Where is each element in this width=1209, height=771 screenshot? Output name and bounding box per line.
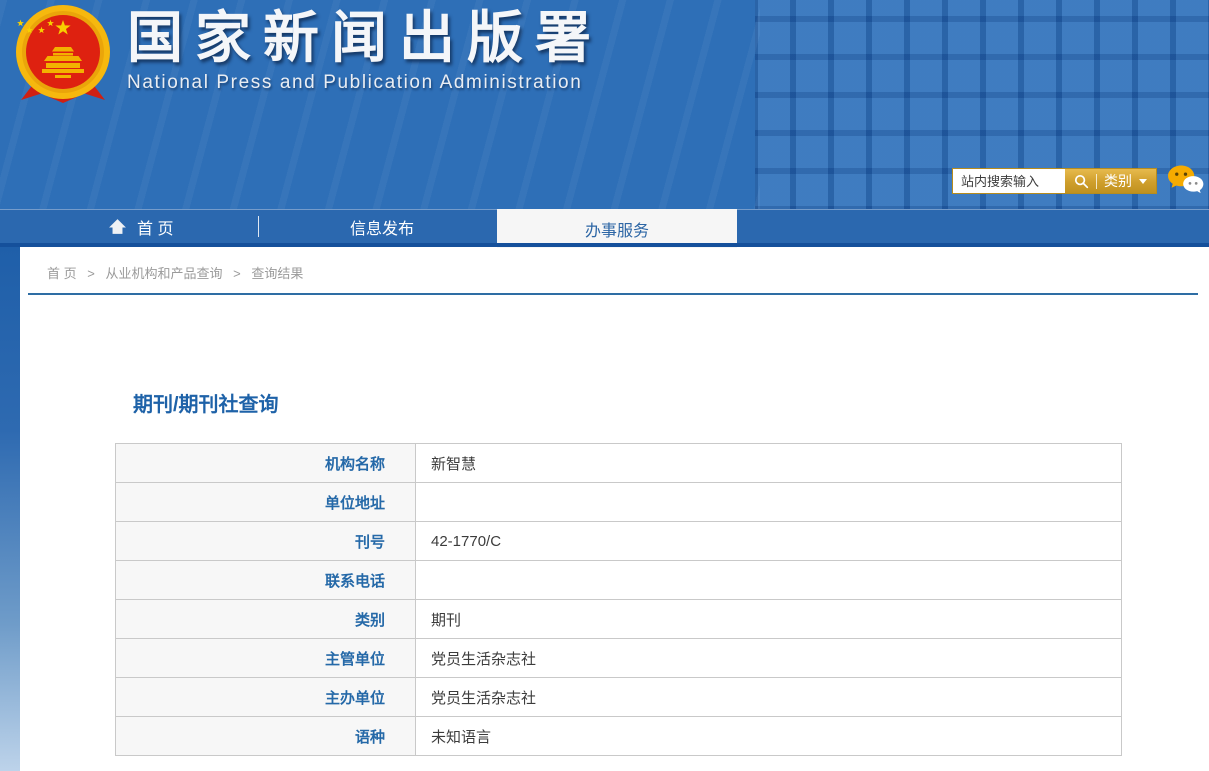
table-row: 机构名称 新智慧	[115, 443, 1122, 483]
row-label: 单位地址	[115, 482, 416, 522]
row-label: 主办单位	[115, 677, 416, 717]
breadcrumb-separator: >	[87, 266, 95, 281]
search-input[interactable]	[953, 169, 1065, 193]
page-title: 期刊/期刊社查询	[133, 394, 279, 416]
breadcrumb-home[interactable]: 首 页	[47, 266, 77, 281]
table-row: 联系电话	[115, 560, 1122, 600]
nav-item-home[interactable]: 首 页	[108, 210, 173, 243]
journal-info-table: 机构名称 新智慧 单位地址 刊号 42-1770/C 联系电话 类别 期刊 主管…	[115, 443, 1122, 756]
site-branding: 国家新闻出版署 National Press and Publication A…	[127, 4, 603, 94]
row-value: 党员生活杂志社	[415, 677, 1122, 717]
row-value	[415, 482, 1122, 522]
search-divider	[1096, 173, 1097, 189]
row-label: 语种	[115, 716, 416, 756]
row-label: 联系电话	[115, 560, 416, 600]
table-row: 语种 未知语言	[115, 716, 1122, 756]
national-emblem-logo	[16, 5, 110, 103]
row-label: 主管单位	[115, 638, 416, 678]
breadcrumb-rule	[28, 293, 1198, 295]
search-button[interactable]: 类别	[1065, 169, 1156, 193]
row-value: 新智慧	[415, 443, 1122, 483]
nav-item-news[interactable]: 信息发布	[332, 210, 432, 243]
site-subtitle: National Press and Publication Administr…	[127, 72, 583, 94]
breadcrumb: 首 页 > 从业机构和产品查询 > 查询结果	[0, 247, 1209, 282]
table-row: 刊号 42-1770/C	[115, 521, 1122, 561]
table-row: 主管单位 党员生活杂志社	[115, 638, 1122, 678]
nav-item-label: 信息发布	[349, 220, 414, 238]
nav-bottom-bar	[0, 243, 1209, 247]
left-decorative-strip	[0, 247, 20, 771]
table-row: 主办单位 党员生活杂志社	[115, 677, 1122, 717]
table-row: 单位地址	[115, 482, 1122, 522]
site-header: 国家新闻出版署 National Press and Publication A…	[0, 0, 1209, 209]
table-row: 类别 期刊	[115, 599, 1122, 639]
site-title: 国家新闻出版署	[127, 6, 603, 69]
row-value: 党员生活杂志社	[415, 638, 1122, 678]
site-search: 类别	[952, 168, 1157, 194]
breadcrumb-current: 查询结果	[251, 266, 304, 281]
caret-down-icon	[1139, 178, 1147, 184]
row-label: 机构名称	[115, 443, 416, 483]
row-value: 期刊	[415, 599, 1122, 639]
row-value	[415, 560, 1122, 600]
home-icon	[109, 219, 126, 234]
row-label: 刊号	[115, 521, 416, 561]
main-nav: 首 页 信息发布 办事服务	[0, 209, 1209, 248]
row-value: 42-1770/C	[415, 521, 1122, 561]
row-label: 类别	[115, 599, 416, 639]
wechat-icon[interactable]	[1167, 164, 1204, 197]
nav-divider	[258, 216, 259, 237]
nav-item-label: 办事服务	[584, 222, 649, 240]
search-category-dropdown[interactable]: 类别	[1104, 174, 1132, 188]
row-value: 未知语言	[415, 716, 1122, 756]
breadcrumb-query[interactable]: 从业机构和产品查询	[105, 266, 222, 281]
nav-item-label: 首 页	[137, 220, 174, 238]
page-content: 首 页 > 从业机构和产品查询 > 查询结果 期刊/期刊社查询 机构名称 新智慧…	[0, 247, 1209, 771]
magnifier-icon	[1074, 174, 1089, 188]
breadcrumb-separator: >	[233, 266, 241, 281]
